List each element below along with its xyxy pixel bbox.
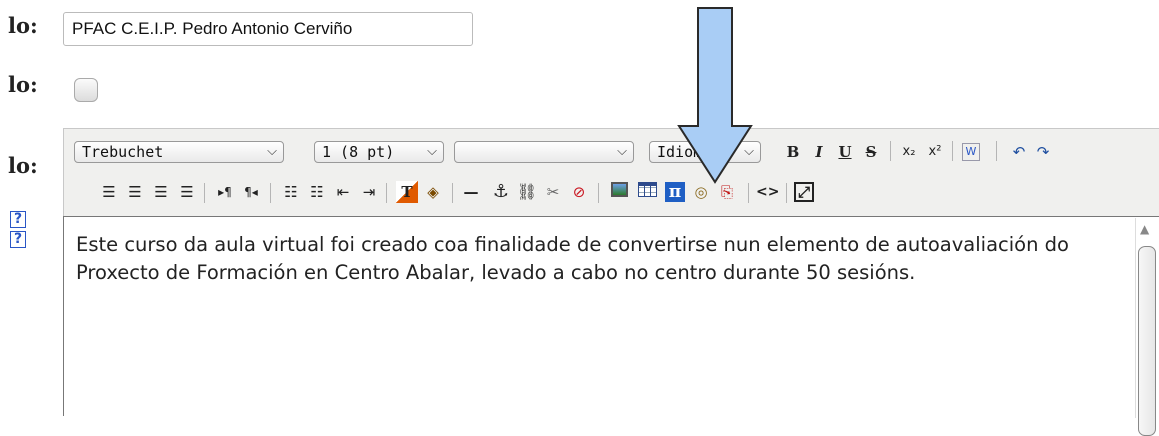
annotation-arrow-icon [677, 7, 753, 184]
annotation-arrow-shape [677, 7, 753, 184]
